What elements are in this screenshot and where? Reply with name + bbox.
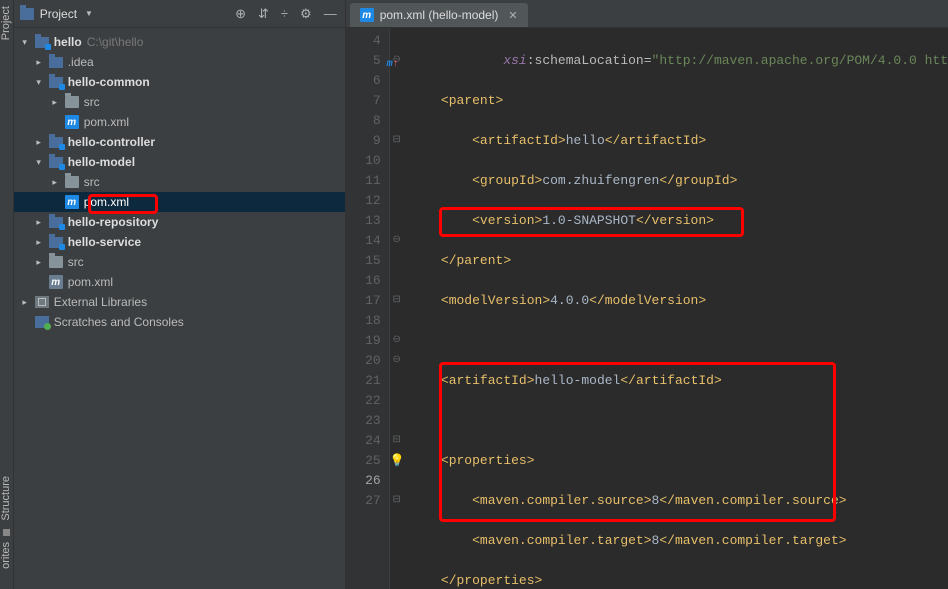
scratches-icon — [35, 316, 49, 328]
tree-idea[interactable]: .idea — [14, 52, 345, 72]
project-dropdown[interactable]: Project — [40, 7, 77, 21]
code-content[interactable]: xsi:schemaLocation="http://maven.apache.… — [404, 28, 948, 589]
tree-scratches[interactable]: Scratches and Consoles — [14, 312, 345, 332]
collapse-all-icon[interactable]: ÷ — [281, 6, 288, 22]
maven-icon: m — [49, 275, 63, 289]
tree-hello-repository[interactable]: hello-repository — [14, 212, 345, 232]
tree-hello-common-src[interactable]: src — [14, 92, 345, 112]
tree-root-hello[interactable]: hello C:\git\hello — [14, 32, 345, 52]
maven-icon: m — [65, 115, 79, 129]
chevron-down-icon: ▼ — [85, 9, 93, 18]
module-icon — [35, 37, 49, 48]
top-toolbar: Project ▼ ⊕ ⇵ ÷ ⚙ — m pom.xml (hello-mod… — [14, 0, 948, 28]
module-icon — [49, 77, 63, 88]
tree-hello-common-pom[interactable]: m pom.xml — [14, 112, 345, 132]
tree-hello-model[interactable]: hello-model — [14, 152, 345, 172]
editor-gutter: 4 5m↑ 6 7 8 9 10 11 12 13 14 15 16 17 18… — [346, 28, 390, 589]
close-icon[interactable]: ✕ — [508, 9, 517, 22]
module-icon — [49, 217, 63, 228]
folder-icon — [65, 96, 79, 108]
project-tree[interactable]: hello C:\git\hello .idea hello-common sr — [14, 28, 346, 589]
folder-icon — [65, 176, 79, 188]
tree-hello-common[interactable]: hello-common — [14, 72, 345, 92]
left-tool-gutter: Project Structure orites — [0, 0, 14, 589]
hide-icon[interactable]: — — [324, 6, 337, 22]
minimized-indicator — [3, 529, 10, 536]
tree-hello-service[interactable]: hello-service — [14, 232, 345, 252]
lightbulb-icon[interactable]: 💡 — [390, 454, 405, 468]
tree-hello-model-src[interactable]: src — [14, 172, 345, 192]
module-icon — [49, 137, 63, 148]
module-icon — [49, 237, 63, 248]
tree-src[interactable]: src — [14, 252, 345, 272]
expand-all-icon[interactable]: ⇵ — [258, 6, 269, 22]
editor-tab-pom[interactable]: m pom.xml (hello-model) ✕ — [350, 3, 528, 27]
tool-window-favorites[interactable]: orites — [0, 542, 12, 569]
tool-window-structure[interactable]: Structure — [0, 476, 12, 521]
project-icon — [20, 8, 34, 20]
maven-icon: m — [65, 195, 79, 209]
maven-icon: m — [360, 8, 374, 22]
gear-icon[interactable]: ⚙ — [300, 6, 312, 22]
folder-icon — [49, 57, 63, 68]
tree-hello-model-pom[interactable]: m pom.xml — [14, 192, 345, 212]
tree-external-libraries[interactable]: External Libraries — [14, 292, 345, 312]
tool-window-project[interactable]: Project — [0, 6, 12, 40]
fold-column[interactable]: ⊖⊟⊖⊟⊖⊖⊟💡⊟ — [390, 28, 404, 589]
folder-icon — [49, 256, 63, 268]
module-icon — [49, 157, 63, 168]
editor-tab-label: pom.xml (hello-model) — [380, 8, 499, 22]
tree-pom[interactable]: m pom.xml — [14, 272, 345, 292]
library-icon — [35, 296, 49, 308]
code-editor[interactable]: 4 5m↑ 6 7 8 9 10 11 12 13 14 15 16 17 18… — [346, 28, 948, 589]
select-opened-file-icon[interactable]: ⊕ — [235, 6, 246, 22]
tree-hello-controller[interactable]: hello-controller — [14, 132, 345, 152]
maven-reimport-marker[interactable]: m↑ — [387, 55, 399, 75]
